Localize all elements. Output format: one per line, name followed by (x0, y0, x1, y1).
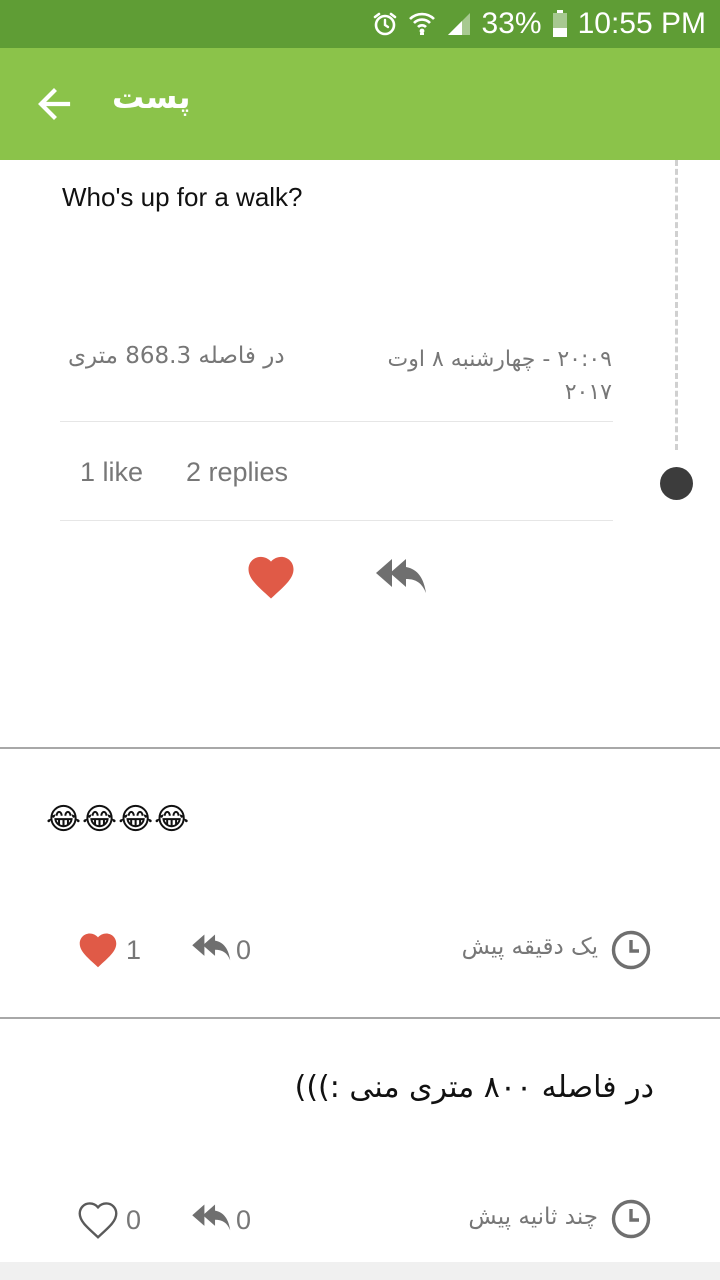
reply-reply-count: 0 (236, 1205, 252, 1235)
reply-text: در فاصله ۸۰۰ متری منی :))) (294, 1070, 654, 1105)
heart-icon (79, 933, 117, 968)
post-body: Who's up for a walk? (62, 182, 303, 212)
reply-like-button[interactable] (76, 1198, 120, 1240)
reply-like-count: 1 (126, 935, 142, 965)
reply-reply-button[interactable] (190, 930, 234, 968)
page-title: پست (112, 78, 191, 116)
clock-icon (610, 929, 652, 971)
reply-timestamp: یک دقیقه پیش (461, 934, 598, 960)
clock-icon (610, 1198, 652, 1240)
heart-outline-icon (78, 1202, 118, 1239)
status-bar-right: 33% 10:55 PM (372, 0, 706, 48)
post-likes-count[interactable]: 1 like (80, 457, 143, 488)
reply-like-count: 0 (126, 1205, 142, 1235)
reply-timestamp: چند ثانیه پیش (468, 1204, 598, 1230)
divider (60, 421, 613, 422)
signal-icon (446, 11, 472, 37)
arrow-left-icon (38, 88, 71, 120)
divider (60, 520, 613, 521)
reply-all-icon (376, 559, 426, 593)
reply-reply-button[interactable] (190, 1200, 234, 1238)
back-button[interactable] (34, 84, 74, 124)
battery-percent: 33% (481, 7, 542, 40)
timeline-dot (660, 467, 693, 500)
battery-icon (552, 10, 568, 38)
reply-all-icon (192, 1204, 231, 1231)
clock-time: 10:55 PM (577, 7, 706, 40)
reply-reply-count: 0 (236, 935, 252, 965)
bottom-strip (0, 1262, 720, 1280)
reply-text: 😂😂😂😂 (46, 802, 191, 837)
heart-icon (248, 556, 294, 599)
wifi-icon (408, 11, 436, 37)
post-date: ۲۰:۰۹ - چهارشنبه ۸ اوت ۲۰۱۷ (387, 347, 612, 405)
alarm-icon (372, 11, 398, 37)
card-separator (0, 1017, 720, 1019)
card-separator (0, 747, 720, 749)
status-bar: 33% 10:55 PM (0, 0, 720, 48)
post-like-button[interactable] (244, 550, 298, 602)
reply-like-button[interactable] (76, 928, 120, 970)
post-reply-button[interactable] (374, 553, 430, 603)
reply-all-icon (192, 934, 231, 961)
timeline-line (675, 160, 678, 450)
post-replies-count[interactable]: 2 replies (186, 457, 288, 488)
app-bar: پست (0, 48, 720, 160)
post-distance: در فاصله 868.3 متری (68, 343, 285, 369)
